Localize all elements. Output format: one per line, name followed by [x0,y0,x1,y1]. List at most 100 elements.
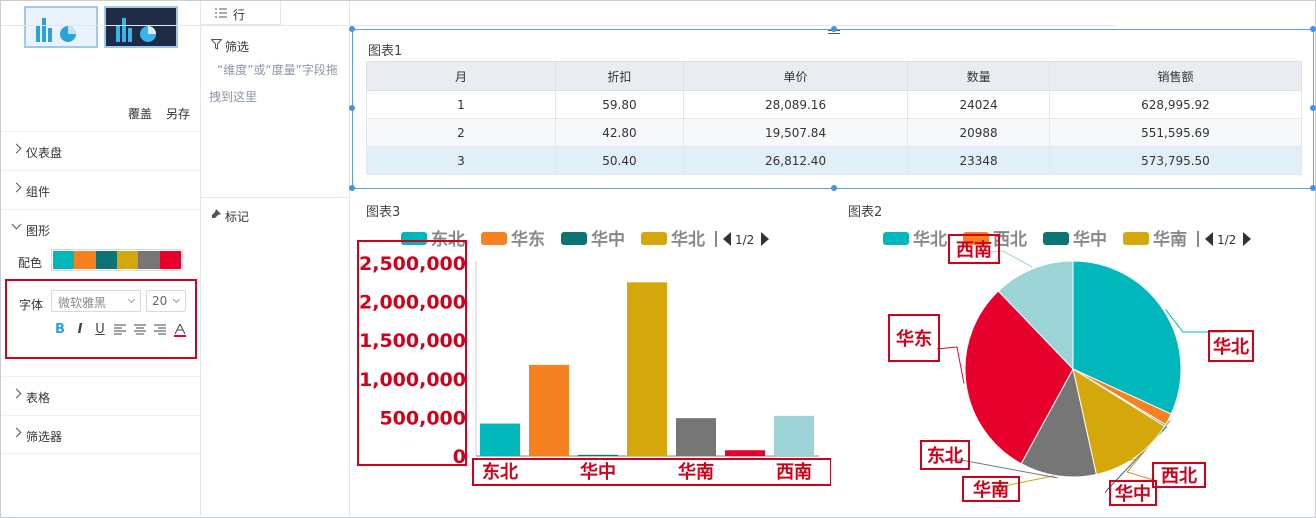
section-label: 组件 [26,185,51,199]
table-header-cell[interactable]: 单价 [682,61,909,91]
italic-button[interactable]: I [71,321,89,339]
resize-handle[interactable] [349,26,355,32]
chart3-title: 图表3 [366,205,401,220]
align-right-icon[interactable] [151,321,169,339]
overwrite-button[interactable]: 覆盖 [128,105,152,122]
align-center-icon[interactable] [131,321,149,339]
bar-chart: 东北 华东 华中 华北 1/20500,0001,000,0001,500,0002,0… [357,229,832,486]
y-tick-label: 500,000 [379,407,466,429]
table-cell: 24024 [907,90,1050,119]
table-cell: 59.80 [555,90,684,119]
color-swatch [74,251,96,269]
legend-overflow-mark [1197,231,1199,247]
font-color-icon[interactable] [171,321,189,339]
font-family-select[interactable]: 微软雅黑 [51,290,141,312]
bold-button[interactable]: B [51,321,69,339]
legend-label: 华东 [511,229,545,250]
table-row[interactable]: 3 50.40 26,812.40 23348 573,795.50 [366,146,1303,175]
chevron-down-icon [11,219,22,230]
table-header-cell[interactable]: 折扣 [555,61,684,91]
section-component[interactable]: 组件 [1,170,200,209]
theme-light-thumbnail[interactable] [24,6,98,48]
legend-page: 1/2 [1217,233,1236,247]
fields-panel: 行 筛选 “维度”或“度量”字段拖拽到这里 标记 [201,1,350,517]
resize-handle[interactable] [831,26,837,32]
bar-pie-icon [36,18,76,42]
table-row[interactable]: 1 59.80 28,089.16 24024 628,995.92 [366,90,1303,119]
legend-label: 华中 [1073,229,1107,250]
chart2-pie-card[interactable]: 图表2 华北 西北 华中 华南 1/2 华北 西北 华中 华南 东北 华东 西南 [833,195,1316,517]
theme-dark-thumbnail[interactable] [104,6,178,48]
save-as-button[interactable]: 另存 [166,105,190,122]
color-swatch [138,251,160,269]
bar [627,282,667,456]
app-window: 覆盖 另存 仪表盘 组件 图形 配色 字体 微软雅黑 20 B I U 表格 筛… [0,0,1316,518]
align-left-icon[interactable] [111,321,129,339]
dashboard-canvas: 图表1 月折扣 单价 数量 销售额 1 59.80 28,089.16 24024 628,9… [349,25,1316,517]
legend-swatch [1123,232,1149,245]
resize-handle[interactable] [831,185,837,191]
legend-label: 华北 [913,229,947,250]
x-tick-label: 华中 [580,461,616,483]
table-header-cell[interactable]: 月 [366,61,556,91]
legend-swatch [883,232,909,245]
filter-icon [211,39,222,50]
slice-label: 西南 [956,239,992,261]
legend-swatch [401,232,427,245]
style-panel: 覆盖 另存 仪表盘 组件 图形 配色 字体 微软雅黑 20 B I U 表格 筛… [1,1,201,517]
chevron-right-icon [11,427,22,438]
bar [774,415,814,456]
resize-handle[interactable] [349,185,355,191]
chevron-right-icon [11,388,22,399]
legend-swatch [1043,232,1069,245]
table-header-cell[interactable]: 数量 [907,61,1050,91]
row-shelf[interactable]: 行 [201,1,281,25]
leader-line [1165,309,1225,333]
color-swatch [95,251,117,269]
font-label: 字体 [19,298,44,312]
chevron-right-icon [11,182,22,193]
legend-prev-icon [723,232,731,246]
font-settings-highlight: 字体 微软雅黑 20 B I U [5,279,197,359]
resize-handle[interactable] [349,105,355,111]
x-tick-label: 西南 [776,461,812,483]
section-graphic[interactable]: 图形 [1,209,200,248]
underline-button[interactable]: U [91,321,109,339]
section-label: 仪表盘 [26,146,63,160]
chevron-down-icon [127,295,136,304]
chart3-bar-card[interactable]: 图表3 东北 华东 华中 华北 1/2 0 500,000 1,000,000 1,500,00… [351,195,832,517]
section-label: 筛选器 [26,430,63,444]
resize-handle[interactable] [1310,105,1316,111]
table-cell: 2 [366,118,556,147]
slice-label: 华南 [973,479,1009,501]
bar [578,454,618,456]
resize-handle[interactable] [1310,185,1316,191]
legend-label: 东北 [431,229,465,250]
data-table: 月折扣 单价 数量 销售额 1 59.80 28,089.16 24024 628,995.9… [366,61,1303,175]
table-row[interactable]: 2 42.80 19,507.84 20988 551,595.69 [366,118,1303,147]
section-table[interactable]: 表格 [1,376,200,415]
table-cell: 26,812.40 [682,146,909,175]
section-label: 表格 [26,391,51,405]
legend-overflow-mark [715,231,717,247]
section-dashboard[interactable]: 仪表盘 [1,131,200,170]
chart2-title: 图表2 [848,205,883,220]
resize-handle[interactable] [1310,26,1316,32]
table-header-cell[interactable]: 销售额 [1048,61,1303,91]
table-cell: 50.40 [555,146,684,175]
table-cell: 42.80 [555,118,684,147]
section-filter[interactable]: 筛选器 [1,415,200,454]
bar [529,364,569,456]
filter-drop-hint[interactable]: “维度”或“度量”字段拖拽到这里 [209,57,341,111]
y-tick-label: 2,000,000 [359,292,466,314]
slice-label: 西北 [1161,466,1197,487]
chevron-down-icon [172,295,181,304]
legend-swatch [641,232,667,245]
chart1-table-card[interactable]: 图表1 月折扣 单价 数量 销售额 1 59.80 28,089.16 24024 628,9… [349,26,1316,191]
y-tick-label: 2,500,000 [359,253,466,275]
font-size-select[interactable]: 20 [146,290,186,312]
color-scheme-picker[interactable] [51,249,183,271]
row-shelf-label: 行 [233,8,246,22]
color-swatch [116,251,139,269]
leader-line [936,346,965,384]
